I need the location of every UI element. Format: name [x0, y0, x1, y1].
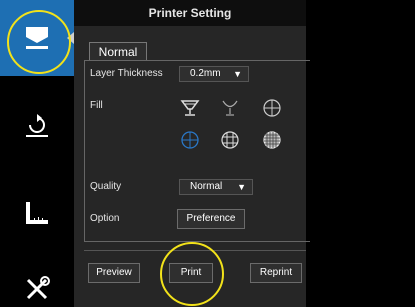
divider: [84, 250, 306, 251]
dropdown-arrow-icon: ▼: [233, 69, 242, 79]
sidebar-item-print-settings[interactable]: [0, 0, 74, 76]
quality-select[interactable]: Normal ▼: [179, 179, 253, 195]
ruler-l-icon: [26, 202, 48, 224]
layer-thickness-value: 0.2mm: [190, 68, 221, 79]
sidebar: [0, 0, 74, 307]
tab-normal[interactable]: Normal: [89, 42, 147, 61]
printer-setting-panel: Printer Setting Normal Layer Thickness 0…: [74, 0, 310, 307]
sidebar-item-calibrate[interactable]: [0, 195, 74, 231]
tray-down-icon: [26, 27, 48, 49]
reprint-button[interactable]: Reprint: [250, 263, 302, 283]
circle-dense-grid-icon[interactable]: [262, 130, 282, 150]
sidebar-item-unload[interactable]: [0, 106, 74, 146]
layer-thickness-select[interactable]: 0.2mm ▼: [179, 66, 249, 82]
preview-button[interactable]: Preview: [88, 263, 140, 283]
preference-button[interactable]: Preference: [177, 209, 245, 229]
quality-label: Quality: [90, 181, 122, 192]
print-button[interactable]: Print: [169, 263, 213, 283]
active-indicator: [67, 32, 74, 44]
quality-value: Normal: [190, 181, 223, 192]
sidebar-item-tools[interactable]: [0, 272, 74, 306]
window-title: Printer Setting: [74, 0, 306, 26]
dropdown-arrow-icon: ▼: [237, 182, 246, 192]
circle-cross-icon[interactable]: [262, 98, 282, 118]
rotate-arrow-icon: [26, 114, 48, 137]
circle-crosshair-selected-icon[interactable]: [180, 130, 200, 150]
layer-thickness-label: Layer Thickness: [90, 68, 163, 79]
option-label: Option: [90, 213, 120, 224]
goblet-wireframe-icon[interactable]: [180, 98, 200, 118]
goblet-hollow-icon[interactable]: [220, 98, 240, 118]
fill-label: Fill: [90, 100, 103, 111]
wrench-screwdriver-icon: [26, 276, 50, 300]
circle-grid-icon[interactable]: [220, 130, 240, 150]
